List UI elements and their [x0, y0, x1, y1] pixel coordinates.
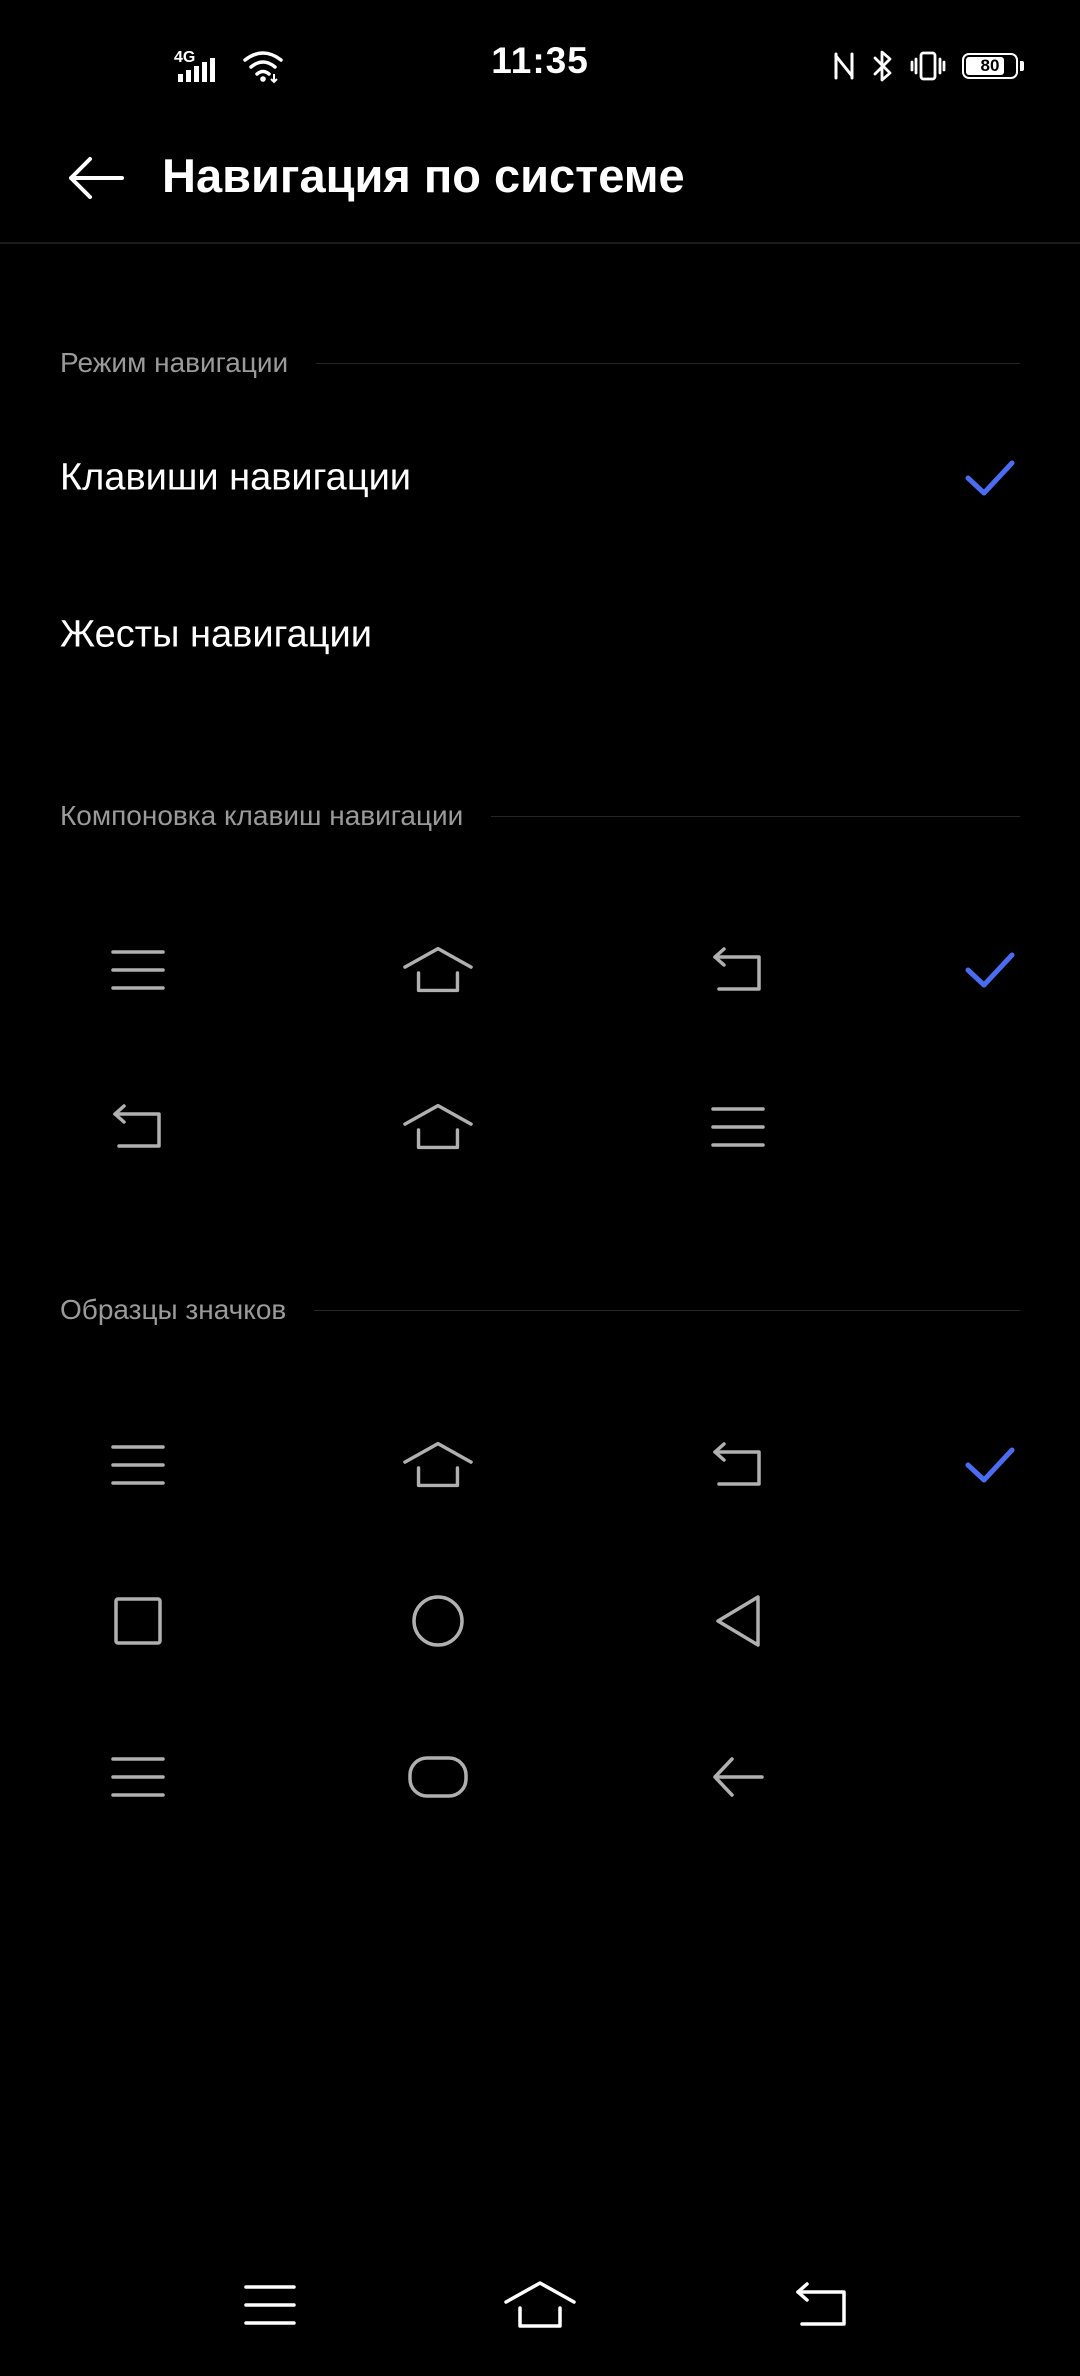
section-divider [316, 362, 1020, 364]
back-return-icon [102, 1091, 174, 1163]
icon-style-option-3[interactable] [0, 1722, 1080, 1832]
vibrate-icon [910, 50, 946, 82]
menu-icon [702, 1091, 774, 1163]
page-title: Навигация по системе [162, 149, 685, 202]
layout-option-2[interactable] [0, 1072, 1080, 1182]
section-header-icon-style: Образцы значков [60, 1290, 1020, 1330]
menu-icon [102, 1741, 174, 1813]
triangle-back-icon [702, 1585, 774, 1657]
home-icon [402, 1429, 474, 1501]
square-icon [102, 1585, 174, 1657]
section-divider [314, 1309, 1020, 1311]
option-nav-keys[interactable]: Клавиши навигации [0, 423, 1080, 533]
back-return-icon [702, 934, 774, 1006]
menu-icon [243, 2283, 297, 2327]
menu-icon [102, 934, 174, 1006]
status-right: 80 [832, 46, 1024, 86]
nfc-icon [832, 50, 856, 82]
checkmark-icon [962, 1437, 1018, 1493]
home-icon [402, 1091, 474, 1163]
bluetooth-icon [872, 49, 894, 83]
battery-icon: 80 [962, 53, 1024, 79]
layout-option-1[interactable] [0, 915, 1080, 1025]
circle-icon [402, 1585, 474, 1657]
back-return-icon [794, 2280, 850, 2330]
checkmark-icon [962, 942, 1018, 998]
section-label-layout: Компоновка клавиш навигации [60, 800, 464, 831]
option-label: Жесты навигации [60, 613, 372, 656]
section-label-mode: Режим навигации [60, 347, 289, 378]
menu-icon [102, 1429, 174, 1501]
icon-style-option-2[interactable] [0, 1566, 1080, 1676]
checkmark-icon [962, 450, 1018, 506]
section-label-icon-style: Образцы значков [60, 1294, 287, 1325]
icon-style-option-1[interactable] [0, 1410, 1080, 1520]
status-bar: 4G 11:35 80 [0, 0, 1080, 130]
home-icon [402, 934, 474, 1006]
rounded-rect-icon [402, 1741, 474, 1813]
back-button[interactable] [60, 142, 132, 214]
battery-tip [1020, 61, 1024, 71]
option-label: Клавиши навигации [60, 456, 412, 499]
nav-home-button[interactable] [485, 2260, 595, 2350]
section-header-mode: Режим навигации [60, 343, 1020, 383]
battery-body: 80 [962, 53, 1018, 79]
nav-menu-button[interactable] [215, 2260, 325, 2350]
option-nav-gestures[interactable]: Жесты навигации [0, 580, 1080, 690]
section-divider [491, 815, 1020, 817]
section-header-layout: Компоновка клавиш навигации [60, 796, 1020, 836]
system-nav-bar [0, 2250, 1080, 2376]
arrow-back-icon [702, 1741, 774, 1813]
header: Навигация по системе [0, 130, 1080, 244]
battery-percent: 80 [980, 56, 1000, 75]
arrow-left-icon [66, 153, 126, 203]
home-icon [503, 2279, 577, 2331]
back-return-icon [702, 1429, 774, 1501]
nav-back-button[interactable] [767, 2260, 877, 2350]
